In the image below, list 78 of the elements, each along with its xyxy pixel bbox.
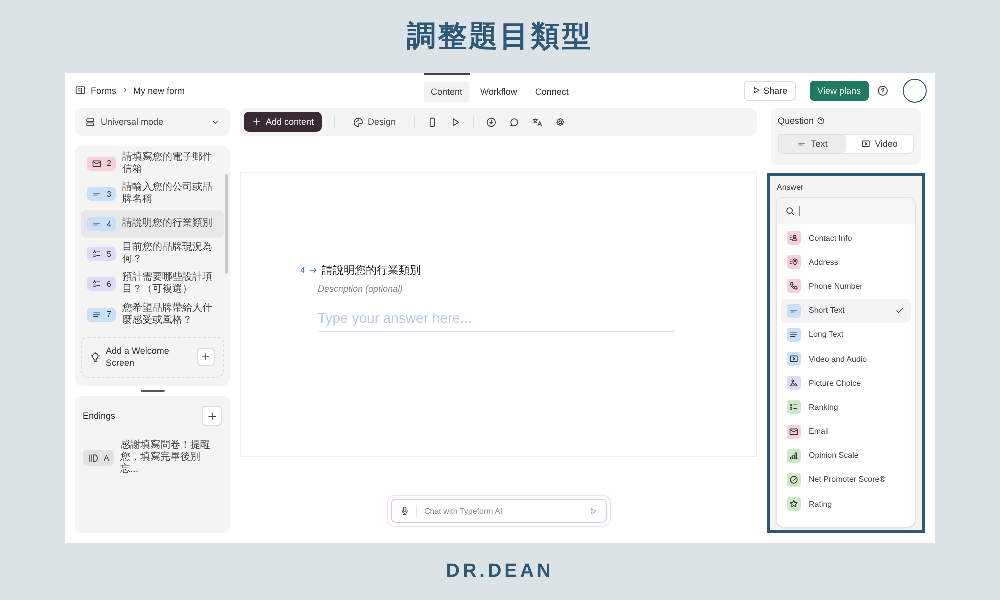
question-item[interactable]: 3 請輸入您的公司或品牌名稱	[81, 180, 224, 208]
envelope-icon	[92, 158, 102, 169]
download-icon[interactable]	[486, 116, 498, 128]
mode-label: Universal mode	[101, 117, 165, 127]
answer-type-option[interactable]: Picture Choice	[781, 371, 911, 396]
breadcrumb-link[interactable]: Forms	[91, 86, 116, 96]
lightbulb-icon	[90, 352, 101, 363]
chat-box[interactable]: Chat with Typeform AI	[390, 499, 606, 523]
forms-icon[interactable]	[75, 85, 86, 96]
help-icon[interactable]	[817, 117, 826, 125]
question-type-badge: 4	[87, 217, 116, 232]
nav-tab[interactable]: Connect	[528, 73, 576, 108]
question-item[interactable]: 6 預計需要哪些設計項目？（可複選）	[81, 270, 224, 299]
play-icon[interactable]	[450, 116, 462, 128]
mode-dropdown[interactable]: Universal mode	[75, 108, 230, 136]
endings-title: Endings	[83, 411, 116, 421]
question-type-badge: 5	[87, 247, 116, 262]
logo-text: DR.DEAN	[446, 560, 554, 582]
list-icon	[92, 249, 102, 260]
question-item[interactable]: 5 目前您的品牌現況為何？	[81, 240, 224, 268]
ending-icon	[88, 452, 99, 464]
ending-item[interactable]: A 感謝填寫問卷！提醒您，填寫完畢後別忘...	[83, 440, 222, 476]
answer-field[interactable]: Type your answer here...	[318, 308, 675, 332]
panel-title: Answer	[777, 183, 805, 192]
panel-title: Question	[778, 116, 814, 126]
question-item[interactable]: 4 請說明您的行業類別	[81, 210, 224, 238]
view-plans-button[interactable]: View plans	[810, 80, 869, 100]
question-type-badge: 3	[87, 187, 116, 202]
add-content-button[interactable]: Add content	[244, 112, 322, 132]
answer-type-option[interactable]: Contact Info	[781, 226, 911, 250]
scrollbar[interactable]	[225, 174, 228, 274]
answer-type-option[interactable]: Opinion Scale	[781, 444, 911, 468]
answer-type-option[interactable]: Ranking	[781, 395, 911, 420]
send-icon	[752, 86, 761, 95]
page-title: 調整題目類型	[407, 18, 593, 54]
palette-icon	[353, 116, 364, 128]
question-type-badge: 7	[87, 308, 116, 322]
question-title[interactable]: 請說明您的行業類別	[322, 263, 421, 278]
answer-type-option[interactable]: Email	[781, 420, 911, 444]
answer-type-option[interactable]: Video and Audio	[781, 346, 911, 372]
add-ending-button[interactable]	[202, 406, 222, 426]
answer-type-option[interactable]: Phone Number	[781, 274, 911, 299]
plus-icon	[206, 410, 218, 422]
question-number: 4	[300, 266, 305, 275]
design-button[interactable]: Design	[347, 116, 402, 128]
settings-icon[interactable]	[555, 116, 566, 128]
search-icon	[785, 206, 796, 216]
video-icon	[861, 139, 872, 149]
layout-icon	[85, 116, 96, 128]
microphone-icon	[400, 506, 410, 516]
chevron-icon	[122, 87, 128, 94]
question-description[interactable]: Description (optional)	[318, 284, 756, 294]
question-item[interactable]: 7 您希望品牌帶給人什麼感受或風格？	[81, 300, 224, 329]
nav-tab[interactable]: Workflow	[474, 73, 524, 108]
list-icon	[92, 279, 102, 290]
answer-type-option[interactable]: Rating	[781, 492, 911, 516]
avatar[interactable]	[903, 78, 927, 102]
answer-type-option[interactable]: Net Promoter Score®	[781, 468, 911, 492]
segment-button[interactable]: Text	[779, 135, 846, 153]
chat-bubble-icon[interactable]	[509, 116, 520, 128]
translate-icon[interactable]	[532, 116, 544, 128]
send-icon	[588, 506, 598, 516]
breadcrumb-current: My new form	[134, 86, 186, 96]
plus-icon	[201, 352, 211, 362]
arrow-right-icon	[309, 266, 318, 275]
question-item[interactable]: 2 請填寫您的電子郵件信箱	[81, 150, 224, 178]
answer-type-option[interactable]: Long Text	[781, 322, 911, 347]
help-icon[interactable]	[877, 84, 889, 96]
text-lines-icon	[92, 310, 102, 320]
share-button[interactable]: Share	[744, 80, 796, 100]
plus-icon	[252, 117, 262, 127]
answer-type-option[interactable]: Address	[781, 250, 911, 274]
welcome-screen-card[interactable]: Add a Welcome Screen	[81, 336, 224, 378]
check-icon	[895, 306, 905, 316]
question-type-badge: 2	[87, 156, 116, 171]
question-type-badge: 6	[87, 277, 116, 292]
search-field[interactable]	[777, 198, 915, 224]
answer-type-option[interactable]: Short Text	[781, 298, 911, 323]
